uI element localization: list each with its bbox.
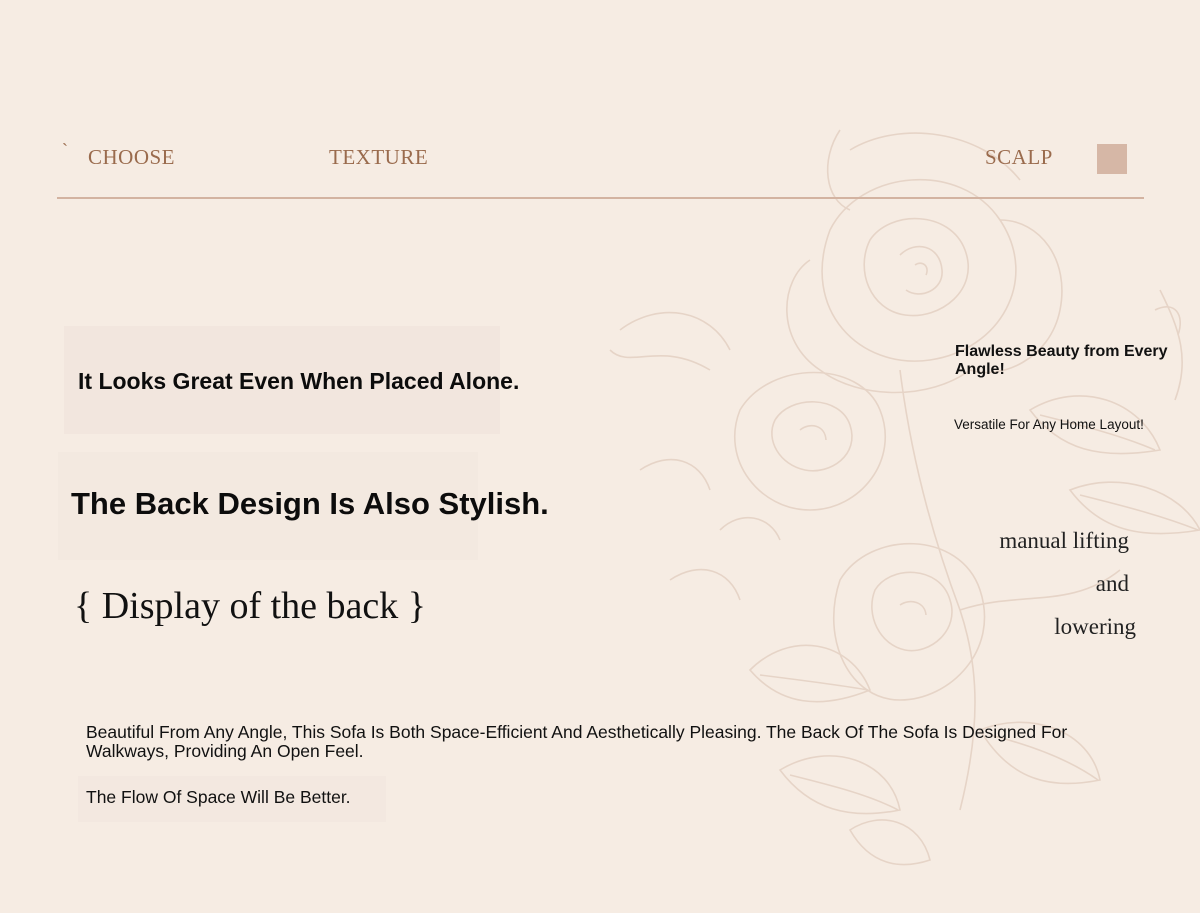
description-paragraph: Beautiful From Any Angle, This Sofa Is B… <box>86 722 1068 761</box>
square-icon[interactable] <box>1097 144 1127 174</box>
top-nav: ` CHOOSE TEXTURE SCALP <box>0 0 1200 200</box>
lift-line-3: lowering <box>1054 614 1136 639</box>
display-of-back-caption: { Display of the back } <box>74 585 427 627</box>
nav-choose-link[interactable]: CHOOSE <box>88 145 175 170</box>
side-title: Flawless Beauty from Every Angle! <box>955 343 1168 378</box>
flow-of-space-text: The Flow Of Space Will Be Better. <box>86 787 351 807</box>
side-subtitle: Versatile For Any Home Layout! <box>954 417 1144 432</box>
nav-tick-mark: ` <box>62 140 69 160</box>
headline-placed-alone: It Looks Great Even When Placed Alone. <box>78 368 520 394</box>
headline-back-design: The Back Design Is Also Stylish. <box>71 486 549 521</box>
nav-scalp-link[interactable]: SCALP <box>985 145 1053 170</box>
lift-line-2: and <box>1095 571 1129 596</box>
nav-texture-link[interactable]: TEXTURE <box>329 145 428 170</box>
rose-line-art <box>609 129 1200 866</box>
lift-line-1: manual lifting <box>999 528 1129 553</box>
nav-divider <box>57 197 1144 199</box>
